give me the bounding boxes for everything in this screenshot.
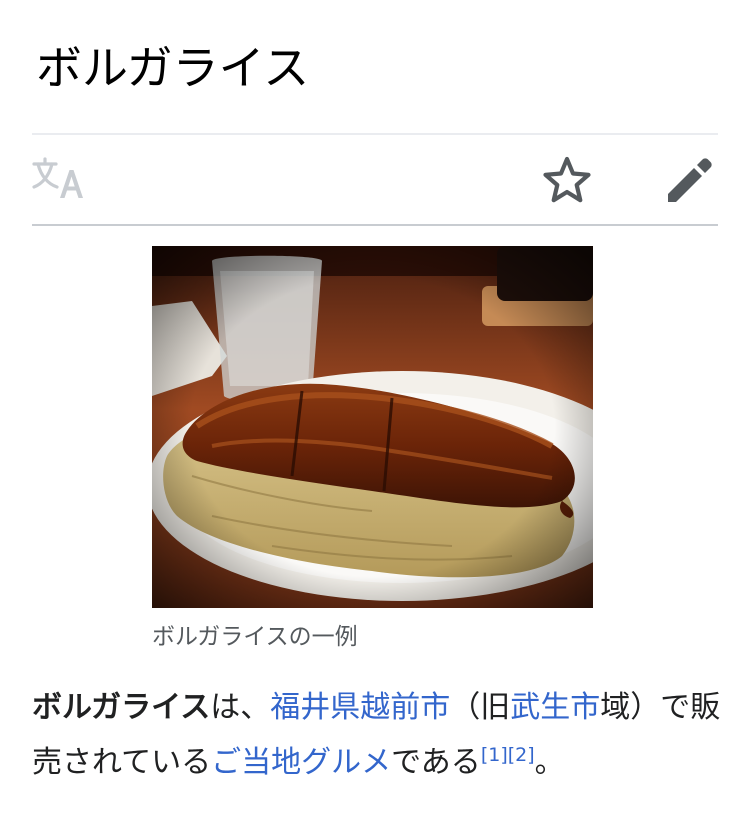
lead-text: 。 <box>534 745 565 780</box>
toolbar-divider <box>32 224 718 226</box>
reference-2[interactable]: [2] <box>508 744 535 766</box>
link-local-gourmet[interactable]: ご当地グルメ <box>211 745 391 780</box>
title-divider <box>32 133 718 135</box>
link-takefu-city[interactable]: 武生市 <box>510 690 600 725</box>
link-fukui-prefecture[interactable]: 福井県 <box>270 690 360 725</box>
page-title: ボルガライス <box>36 41 310 95</box>
translate-icon <box>32 157 83 198</box>
article-term: ボルガライス <box>32 690 211 725</box>
lead-text: は、 <box>210 690 271 725</box>
volga-rice-photo[interactable] <box>152 246 593 608</box>
link-echizen-city[interactable]: 越前市 <box>360 690 450 725</box>
lead-paragraph: ボルガライスは、福井県越前市（旧武生市域）で販売されているご当地グルメである[1… <box>32 680 722 790</box>
lead-text: （旧 <box>450 690 511 725</box>
reference-1[interactable]: [1] <box>481 744 508 766</box>
lead-text: である <box>391 745 481 780</box>
star-icon[interactable] <box>542 155 592 205</box>
pencil-icon[interactable] <box>664 154 716 206</box>
image-caption: ボルガライスの一例 <box>152 624 358 650</box>
